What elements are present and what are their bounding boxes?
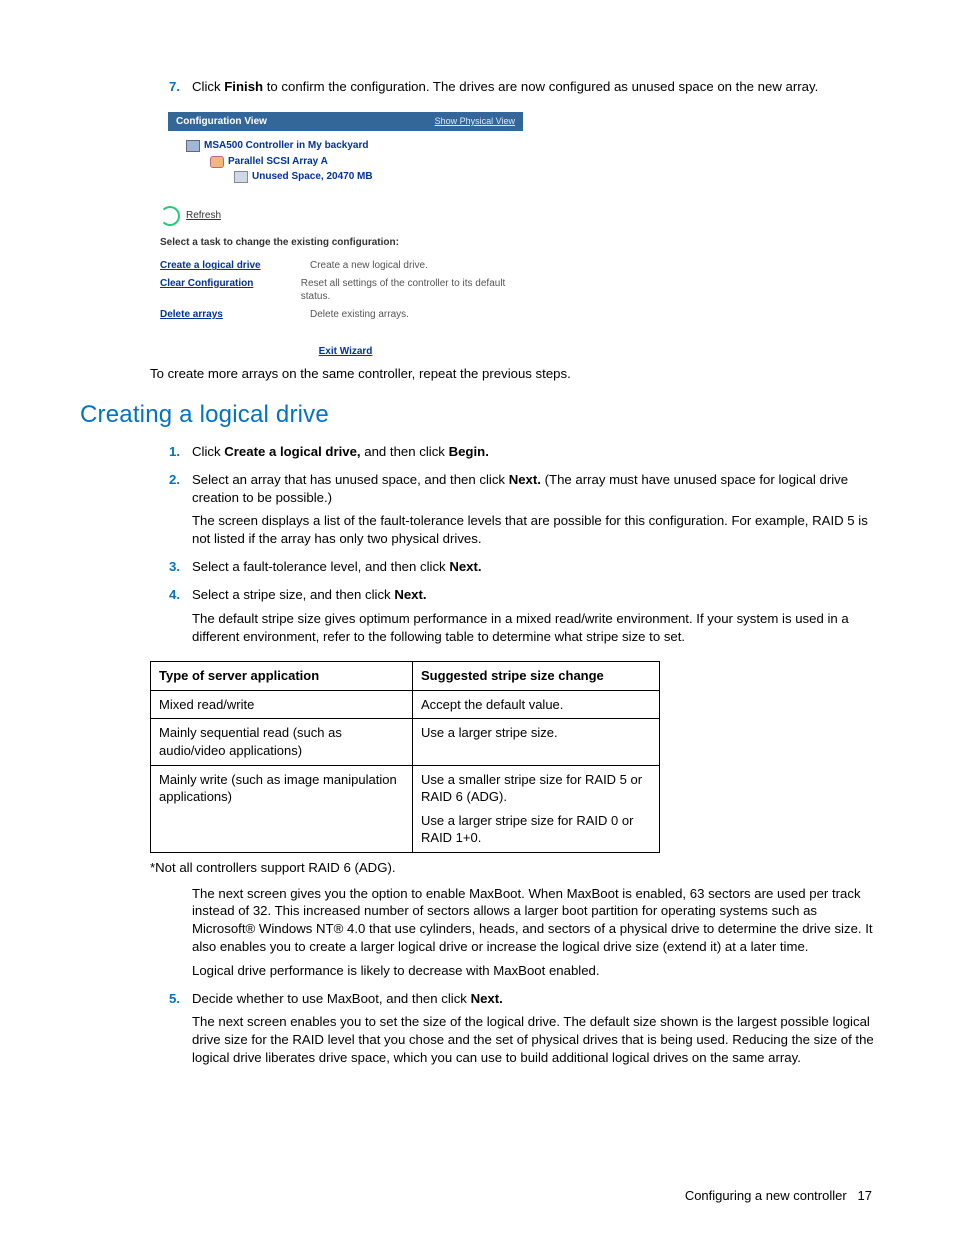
table-row: Mainly sequential read (such as audio/vi…: [151, 719, 660, 765]
step-1: 1. Click Create a logical drive, and the…: [150, 443, 874, 467]
step-number: 3.: [150, 558, 180, 582]
table-row: Mixed read/write Accept the default valu…: [151, 690, 660, 719]
stripe-size-table: Type of server application Suggested str…: [150, 661, 660, 852]
config-tree: MSA500 Controller in My backyard Paralle…: [168, 131, 523, 196]
show-physical-view-link[interactable]: Show Physical View: [435, 115, 515, 129]
page-footer: Configuring a new controller 17: [685, 1187, 872, 1205]
task-delete-arrays[interactable]: Delete arrays Delete existing arrays.: [160, 308, 523, 322]
step-4-text: Select a stripe size, and then click Nex…: [192, 586, 874, 604]
repeat-steps-note: To create more arrays on the same contro…: [150, 365, 874, 383]
step-7-text: Click Finish to confirm the configuratio…: [192, 78, 874, 96]
step-1-text: Click Create a logical drive, and then c…: [192, 443, 874, 461]
maxboot-description: The next screen gives you the option to …: [150, 885, 874, 986]
figure-title: Configuration View: [176, 115, 267, 129]
step-4-detail: The default stripe size gives optimum pe…: [192, 610, 874, 646]
step-2-text: Select an array that has unused space, a…: [192, 471, 874, 507]
step-number: 4.: [150, 586, 180, 651]
step-number: 2.: [150, 471, 180, 554]
table-row: Mainly write (such as image manipulation…: [151, 765, 660, 852]
table-footnote: *Not all controllers support RAID 6 (ADG…: [150, 859, 874, 877]
tree-array[interactable]: Parallel SCSI Array A: [210, 155, 519, 169]
step-4: 4. Select a stripe size, and then click …: [150, 586, 874, 651]
step-5: 5. Decide whether to use MaxBoot, and th…: [150, 990, 874, 1073]
table-header-suggest: Suggested stripe size change: [413, 662, 660, 691]
step-number: 1.: [150, 443, 180, 467]
controller-icon: [186, 140, 200, 152]
step-3-text: Select a fault-tolerance level, and then…: [192, 558, 874, 576]
refresh-link[interactable]: Refresh: [160, 206, 523, 226]
figure-header: Configuration View Show Physical View: [168, 112, 523, 132]
array-icon: [210, 156, 224, 168]
step-2: 2. Select an array that has unused space…: [150, 471, 874, 554]
footer-section: Configuring a new controller: [685, 1188, 847, 1203]
step-number: 5.: [150, 990, 180, 1073]
step-2-detail: The screen displays a list of the fault-…: [192, 512, 874, 548]
task-create-logical-drive[interactable]: Create a logical drive Create a new logi…: [160, 259, 523, 273]
task-header: Select a task to change the existing con…: [160, 236, 523, 250]
maxboot-p2: Logical drive performance is likely to d…: [192, 962, 874, 980]
step-7: 7. Click Finish to confirm the configura…: [150, 78, 874, 102]
step-3: 3. Select a fault-tolerance level, and t…: [150, 558, 874, 582]
tree-controller[interactable]: MSA500 Controller in My backyard: [186, 139, 519, 153]
task-clear-configuration[interactable]: Clear Configuration Reset all settings o…: [160, 277, 523, 304]
config-view-figure: Configuration View Show Physical View MS…: [168, 112, 523, 359]
step-number: 7.: [150, 78, 180, 102]
step-5-text: Decide whether to use MaxBoot, and then …: [192, 990, 874, 1008]
step-5-detail: The next screen enables you to set the s…: [192, 1013, 874, 1066]
tree-unused-space[interactable]: Unused Space, 20470 MB: [234, 170, 519, 184]
footer-page-number: 17: [858, 1188, 872, 1203]
exit-wizard-link[interactable]: Exit Wizard: [168, 345, 523, 359]
disk-icon: [234, 171, 248, 183]
refresh-icon: [160, 206, 180, 226]
table-header-app: Type of server application: [151, 662, 413, 691]
maxboot-p1: The next screen gives you the option to …: [192, 885, 874, 956]
section-heading: Creating a logical drive: [80, 399, 874, 431]
